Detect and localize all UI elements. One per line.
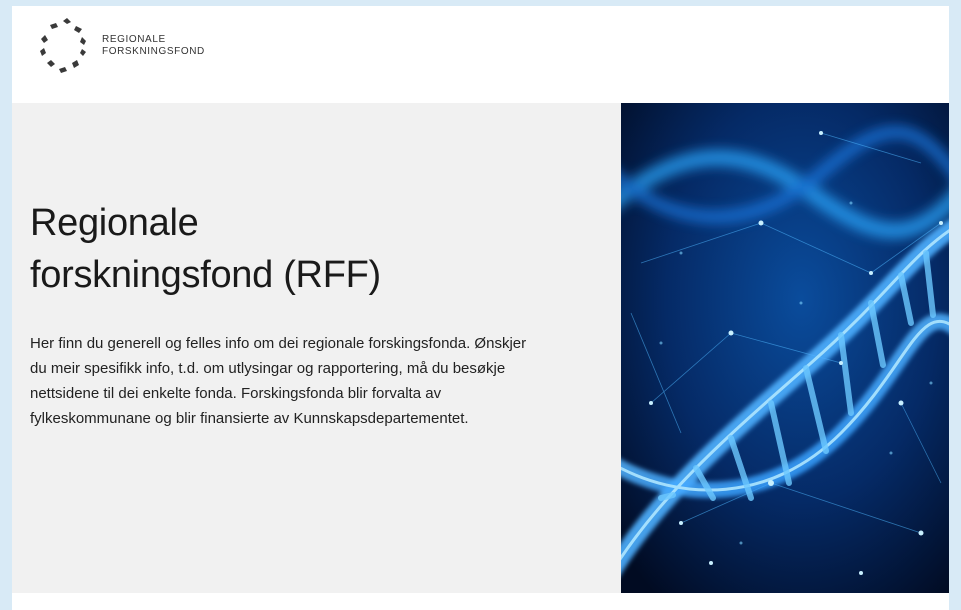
- page: REGIONALE FORSKNINGSFOND Regionale forsk…: [12, 6, 949, 610]
- footer-strip: [12, 593, 949, 610]
- logo-line-1: REGIONALE: [102, 34, 166, 45]
- site-logo[interactable]: REGIONALE FORSKNINGSFOND: [32, 12, 332, 80]
- dna-helix-illustration: [621, 103, 949, 593]
- hero-text: Regionale forskningsfond (RFF) Her finn …: [30, 197, 550, 431]
- hero-section: Regionale forskningsfond (RFF) Her finn …: [12, 103, 949, 593]
- logo-text: REGIONALE FORSKNINGSFOND: [102, 34, 205, 58]
- dna-helix-image: [621, 103, 949, 593]
- site-header: REGIONALE FORSKNINGSFOND: [12, 6, 949, 100]
- hero-description: Her finn du generell og felles info om d…: [30, 335, 527, 427]
- page-title-line-2: forskningsfond (RFF): [30, 254, 381, 296]
- page-title: Regionale forskningsfond (RFF): [30, 197, 550, 301]
- logo-line-2: FORSKNINGSFOND: [102, 46, 205, 57]
- rff-logo-icon: [40, 18, 86, 73]
- page-title-line-1: Regionale: [30, 202, 199, 244]
